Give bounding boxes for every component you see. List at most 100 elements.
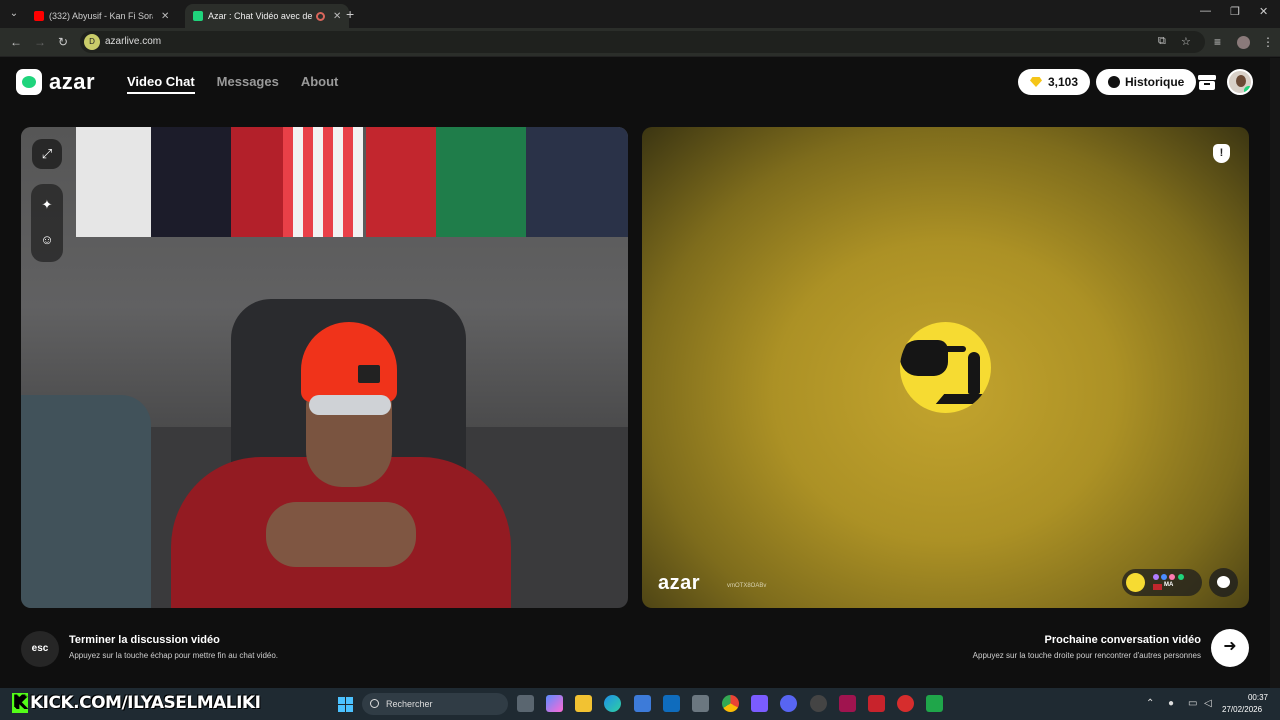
network-icon[interactable]: ▭	[1188, 698, 1197, 709]
microphone-icon[interactable]: ●	[1168, 698, 1174, 709]
tab-title: (332) Abyusif - Kan Fi Sora (Pro	[49, 11, 153, 21]
report-shield-icon[interactable]: !	[1213, 144, 1230, 163]
expand-view-button[interactable]: ⤢	[32, 139, 62, 169]
tab-search-chevron-icon[interactable]: ⌄	[6, 6, 22, 22]
task-view-icon[interactable]	[517, 695, 534, 712]
game-icon[interactable]	[751, 695, 768, 712]
windows-start-icon[interactable]	[338, 697, 353, 712]
copilot-icon[interactable]	[546, 695, 563, 712]
partner-avatar	[1126, 573, 1145, 592]
jersey-red	[231, 127, 286, 237]
profile-icon[interactable]	[1237, 36, 1250, 49]
kick-overlay-text: KICK.COM/ILYASELMALIKI	[30, 693, 261, 713]
remote-video: ! azar vmOTX8OABv MA	[642, 127, 1249, 608]
azar-watermark: azar	[658, 572, 701, 594]
standing-figure-graphic	[968, 352, 980, 394]
page-scrollbar[interactable]	[1270, 58, 1280, 688]
address-bar[interactable]: D azarlive.com ⧉ ☆	[80, 31, 1205, 53]
show-hidden-icons-icon[interactable]: ⌃	[1146, 698, 1154, 709]
browser-menu-icon[interactable]: ⋮	[1262, 35, 1274, 49]
user-avatar[interactable]	[1227, 69, 1253, 95]
taskbar-search[interactable]: Rechercher	[362, 693, 508, 715]
volume-muted-icon[interactable]: ◁	[1204, 698, 1212, 709]
interest-icon	[1169, 574, 1175, 580]
end-chat-title: Terminer la discussion vidéo	[69, 634, 220, 646]
clock-time[interactable]: 00:37	[1240, 693, 1268, 702]
notification-app-icon[interactable]	[897, 695, 914, 712]
tab-title: Azar : Chat Vidéo avec de n	[208, 11, 312, 21]
person-hands	[266, 502, 416, 567]
chrome-icon[interactable]	[722, 695, 739, 712]
nav-messages[interactable]: Messages	[217, 74, 279, 94]
nav-about[interactable]: About	[301, 74, 339, 94]
azar-logo-icon	[16, 69, 42, 95]
close-window-icon[interactable]: ✕	[1259, 5, 1268, 18]
history-label: Historique	[1125, 75, 1185, 89]
nav-video-chat[interactable]: Video Chat	[127, 74, 195, 94]
browser-toolbar: ← → ↻ D azarlive.com ⧉ ☆ ≡ ⋮	[0, 28, 1280, 57]
search-icon	[370, 699, 379, 708]
new-tab-button[interactable]: +	[346, 6, 354, 22]
logo-wordmark: azar	[49, 69, 96, 94]
history-button[interactable]: Historique	[1096, 69, 1197, 95]
kick-overlay: K KICK.COM/ILYASELMALIKI	[12, 693, 261, 715]
store-icon[interactable]	[634, 695, 651, 712]
jersey-striped	[283, 127, 363, 237]
close-tab-icon[interactable]: ✕	[161, 11, 169, 22]
azar-logo[interactable]: azar	[16, 69, 95, 95]
country-code: MA	[1164, 582, 1174, 588]
gem-icon	[1030, 77, 1042, 87]
restore-icon[interactable]: ❐	[1230, 5, 1240, 18]
media-app-icon[interactable]	[926, 695, 943, 712]
partner-info-pill[interactable]: MA	[1122, 569, 1202, 596]
browser-tab-azar[interactable]: Azar : Chat Vidéo avec de n ✕	[185, 4, 350, 28]
reload-icon[interactable]: ↻	[58, 35, 68, 49]
magic-wand-icon[interactable]: ✦	[32, 190, 62, 220]
chat-bubble-button[interactable]	[1209, 568, 1238, 597]
reading-list-icon[interactable]: ≡	[1214, 35, 1221, 49]
bookmark-star-icon[interactable]: ☆	[1181, 35, 1191, 48]
morocco-flag-icon	[1153, 584, 1162, 590]
back-icon[interactable]: ←	[10, 35, 22, 49]
obs-icon[interactable]	[810, 695, 827, 712]
next-conversation-button[interactable]: ➜	[1211, 629, 1249, 667]
clock-icon	[1108, 76, 1120, 88]
edge-icon[interactable]	[604, 695, 621, 712]
gem-count: 3,103	[1048, 75, 1079, 89]
kick-logo-icon: K	[12, 693, 28, 713]
app-icon[interactable]	[692, 695, 709, 712]
forward-icon[interactable]: →	[34, 35, 46, 49]
next-chat-title: Prochaine conversation vidéo	[1044, 634, 1202, 646]
gems-button[interactable]: 3,103	[1018, 69, 1091, 95]
site-info-icon[interactable]: D	[84, 34, 100, 50]
person-sunglasses	[309, 395, 391, 415]
armchair	[21, 395, 151, 608]
heart-icon	[1161, 574, 1167, 580]
watermark-id: vmOTX8OABv	[727, 583, 767, 589]
shop-icon	[1198, 75, 1216, 90]
main-nav: Video Chat Messages About	[127, 74, 338, 94]
end-chat-hint: Appuyez sur la touche échap pour mettre …	[69, 651, 279, 660]
clock-date[interactable]: 27/02/2026	[1222, 705, 1262, 714]
browser-tabstrip: ⌄ (332) Abyusif - Kan Fi Sora (Pro ✕ Aza…	[0, 0, 1280, 28]
browser-tab-youtube[interactable]: (332) Abyusif - Kan Fi Sora (Pro ✕	[26, 4, 177, 28]
search-placeholder: Rechercher	[386, 699, 433, 709]
recording-icon	[316, 11, 325, 21]
file-explorer-icon[interactable]	[575, 695, 592, 712]
end-chat-button[interactable]: esc	[21, 631, 59, 667]
voicemeeter-icon[interactable]	[868, 695, 885, 712]
azar-app: azar Video Chat Messages About 3,103 His…	[0, 58, 1270, 688]
jersey-red-2	[366, 127, 436, 237]
url-text: azarlive.com	[105, 36, 162, 47]
close-tab-icon[interactable]: ✕	[333, 11, 341, 22]
sticker-face-icon[interactable]: ☺	[32, 225, 62, 255]
discord-icon[interactable]	[780, 695, 797, 712]
next-chat-hint: Appuyez sur la touche droite pour rencon…	[972, 651, 1201, 660]
cast-icon[interactable]: ⧉	[1158, 35, 1166, 48]
shop-button[interactable]	[1194, 69, 1220, 95]
minimize-icon[interactable]: —	[1200, 5, 1211, 17]
jersey-white	[76, 127, 151, 237]
affinity-icon[interactable]	[839, 695, 856, 712]
outlook-icon[interactable]	[663, 695, 680, 712]
partner-profile-image	[900, 322, 991, 413]
